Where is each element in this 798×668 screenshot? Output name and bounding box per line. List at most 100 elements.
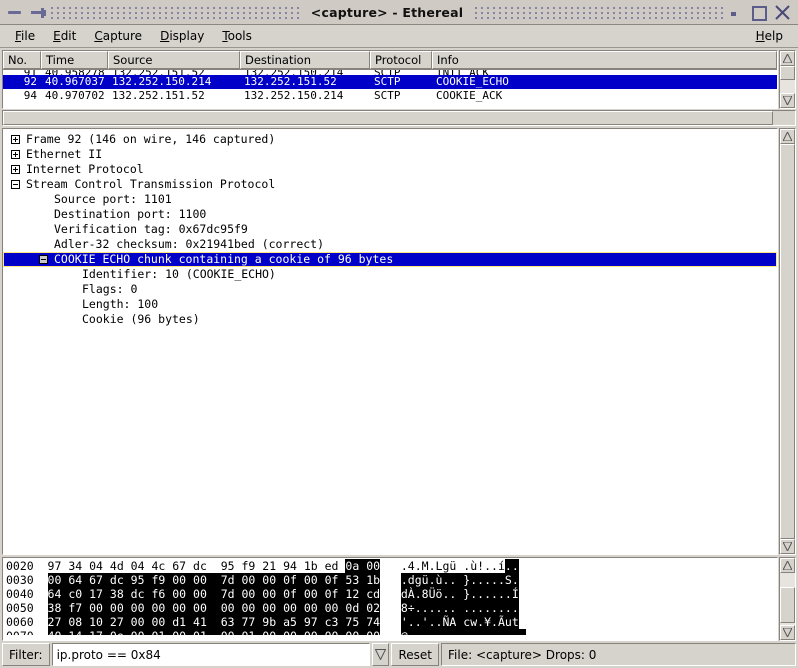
- hex-byte: 7d: [214, 573, 242, 587]
- hex-ascii-char: .: [484, 573, 491, 587]
- menu-tools[interactable]: Tools: [213, 27, 261, 45]
- minimize-dash-icon[interactable]: [7, 5, 23, 19]
- menu-file[interactable]: File: [6, 27, 44, 45]
- packet-row[interactable]: 9440.970702132.252.151.52132.252.150.214…: [3, 89, 777, 103]
- hex-dump-row[interactable]: 0060 27 08 10 27 00 00 d1 41 63 77 9b a5…: [6, 615, 777, 629]
- detail-tree-row[interactable]: Verification tag: 0x67dc95f9: [3, 222, 777, 237]
- expand-plus-icon[interactable]: [11, 132, 24, 147]
- capture-status-text: File: <capture> Drops: 0: [441, 643, 796, 666]
- detail-tree-row[interactable]: Source port: 1101: [3, 192, 777, 207]
- maximize-square-icon[interactable]: [751, 5, 766, 20]
- titlebar-texture-left: [51, 5, 299, 19]
- hex-byte: 02: [366, 601, 380, 615]
- hex-byte: 00: [151, 615, 172, 629]
- hex-dump-scroll-track[interactable]: [780, 573, 795, 625]
- hex-byte: 0d: [345, 601, 366, 615]
- detail-tree-row[interactable]: Adler-32 checksum: 0x21941bed (correct): [3, 237, 777, 252]
- column-header-no[interactable]: No.: [3, 51, 41, 69]
- menu-display[interactable]: Display: [151, 27, 213, 45]
- scroll-down-arrow-icon[interactable]: [780, 93, 795, 108]
- packet-detail-tree[interactable]: Frame 92 (146 on wire, 146 captured)Ethe…: [2, 128, 778, 555]
- detail-tree-label: Ethernet II: [24, 147, 102, 162]
- hex-ascii-char: .: [484, 587, 491, 601]
- detail-tree-row[interactable]: Length: 100: [3, 297, 777, 312]
- filter-label-button[interactable]: Filter:: [2, 643, 50, 666]
- chevron-down-icon[interactable]: [372, 643, 389, 666]
- detail-tree-row[interactable]: COOKIE ECHO chunk containing a cookie of…: [3, 252, 777, 267]
- hex-dump-row[interactable]: 0050 38 f7 00 00 00 00 00 00 00 00 00 00…: [6, 601, 777, 615]
- detail-tree-row[interactable]: Destination port: 1100: [3, 207, 777, 222]
- detail-tree-row[interactable]: Stream Control Transmission Protocol: [3, 177, 777, 192]
- hex-byte: 74: [366, 615, 380, 629]
- packet-list-rows[interactable]: 9140.958278132.252.151.52132.252.150.214…: [3, 70, 777, 108]
- tree-toggle-box[interactable]: [11, 150, 20, 159]
- hex-ascii-char: .: [415, 587, 422, 601]
- hex-ascii-char: .: [429, 573, 436, 587]
- hex-ascii-char: .: [429, 629, 436, 635]
- column-header-dest[interactable]: Destination: [240, 51, 370, 69]
- hex-dump-body[interactable]: 0020 97 34 04 4d 04 4c 67 dc 95 f9 21 94…: [2, 557, 778, 641]
- menu-help[interactable]: Help: [747, 27, 792, 45]
- column-header-source[interactable]: Source: [108, 51, 240, 69]
- filter-input[interactable]: ip.proto == 0x84: [52, 643, 371, 666]
- hex-dump-scroll-thumb[interactable]: [780, 587, 795, 623]
- hex-dump-row[interactable]: 0040 64 c0 17 38 dc f6 00 00 7d 00 00 0f…: [6, 587, 777, 601]
- packet-list-hscroll-thumb[interactable]: [3, 111, 773, 125]
- hex-dump-vscrollbar[interactable]: [779, 557, 796, 641]
- filter-reset-button[interactable]: Reset: [391, 643, 439, 666]
- packet-list-pane: No.TimeSourceDestinationProtocolInfo 914…: [2, 50, 796, 109]
- packet-detail-scroll-thumb[interactable]: [780, 144, 795, 539]
- packet-detail-scroll-track[interactable]: [780, 144, 795, 539]
- hex-byte: 95: [131, 573, 152, 587]
- hex-ascii-char: .: [491, 601, 498, 615]
- detail-tree-row[interactable]: Internet Protocol: [3, 162, 777, 177]
- detail-tree-row[interactable]: Frame 92 (146 on wire, 146 captured): [3, 132, 777, 147]
- tree-toggle-box[interactable]: [11, 165, 20, 174]
- expand-plus-icon[interactable]: [11, 162, 24, 177]
- detail-tree-row[interactable]: Identifier: 10 (COOKIE_ECHO): [3, 267, 777, 282]
- hex-scroll-up-arrow-icon[interactable]: [780, 558, 795, 573]
- hex-ascii-char: .: [512, 601, 519, 615]
- hex-byte: 00: [131, 615, 152, 629]
- tree-toggle-box[interactable]: [11, 180, 20, 189]
- hex-byte: 04: [131, 559, 152, 573]
- packet-detail-vscrollbar[interactable]: [779, 128, 796, 555]
- detail-tree-row[interactable]: Ethernet II: [3, 147, 777, 162]
- column-header-time[interactable]: Time: [41, 51, 108, 69]
- collapse-minus-icon[interactable]: [39, 252, 52, 267]
- menu-edit[interactable]: Edit: [44, 27, 85, 45]
- hex-ascii-char: .: [484, 601, 491, 615]
- hex-dump-row[interactable]: 0070 40 14 17 0e 00 01 00 01 00 01 00 00…: [6, 629, 777, 635]
- hex-byte: 00: [193, 601, 214, 615]
- close-x-icon[interactable]: [775, 5, 790, 20]
- hex-ascii-char: .: [505, 559, 512, 573]
- collapse-minus-icon[interactable]: [11, 177, 24, 192]
- hex-byte: 01: [242, 629, 263, 635]
- hex-dump-row[interactable]: 0030 00 64 67 dc 95 f9 00 00 7d 00 00 0f…: [6, 573, 777, 587]
- tree-toggle-box[interactable]: [11, 135, 20, 144]
- hex-dump-row[interactable]: 0020 97 34 04 4d 04 4c 67 dc 95 f9 21 94…: [6, 559, 777, 573]
- hex-byte: 00: [304, 573, 325, 587]
- hex-byte: 01: [193, 629, 214, 635]
- detail-scroll-up-arrow-icon[interactable]: [780, 129, 795, 144]
- expand-plus-icon[interactable]: [11, 147, 24, 162]
- packet-list-hscrollbar[interactable]: [2, 110, 796, 126]
- detail-scroll-down-arrow-icon[interactable]: [780, 539, 795, 554]
- packet-row[interactable]: 9240.967037132.252.150.214132.252.151.52…: [3, 75, 777, 89]
- packet-list-vscrollbar[interactable]: [779, 50, 796, 109]
- hex-ascii-char: @: [401, 629, 408, 635]
- menu-capture[interactable]: Capture: [85, 27, 151, 45]
- packet-list-scroll-track[interactable]: [780, 66, 795, 93]
- detail-tree-row[interactable]: Cookie (96 bytes): [3, 312, 777, 327]
- packet-list-scroll-thumb[interactable]: [780, 66, 795, 80]
- detail-tree-row[interactable]: Flags: 0: [3, 282, 777, 297]
- column-header-protocol[interactable]: Protocol: [370, 51, 432, 69]
- restore-dot-icon[interactable]: [727, 5, 742, 20]
- column-header-info[interactable]: Info: [432, 51, 777, 69]
- hex-byte: 00: [325, 601, 346, 615]
- tree-toggle-box[interactable]: [39, 255, 48, 264]
- window-shade-icon[interactable]: [31, 5, 47, 19]
- scroll-up-arrow-icon[interactable]: [780, 51, 795, 66]
- hex-ascii-char: .: [498, 629, 505, 635]
- hex-scroll-down-arrow-icon[interactable]: [780, 625, 795, 640]
